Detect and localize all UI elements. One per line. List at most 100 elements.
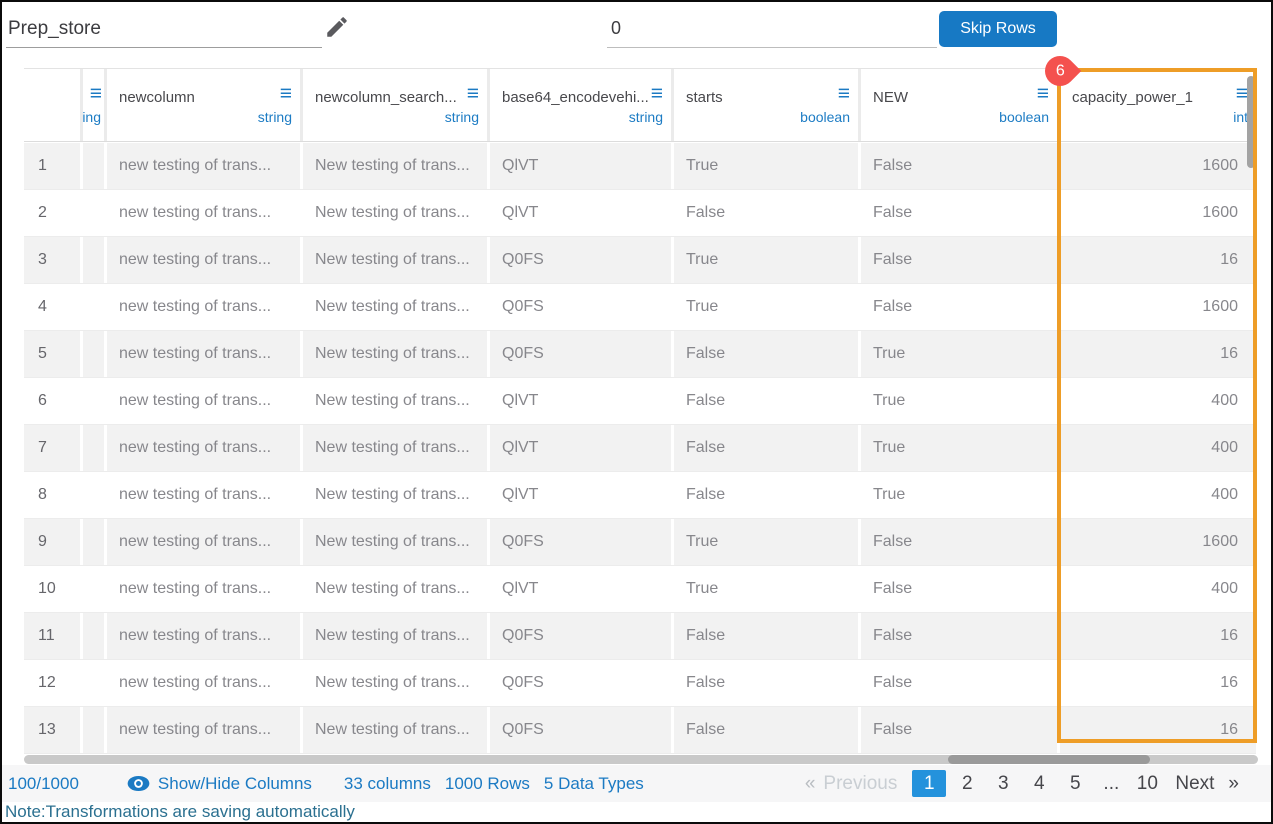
table-cell-newcolumn: new testing of trans... [107,331,300,377]
table-row: 5new testing of trans...New testing of t… [24,331,1256,378]
table-cell-base64: Q0FS [490,707,671,753]
table-cell-new: False [861,707,1057,753]
table-cell-new: False [861,237,1057,283]
page-button-10[interactable]: 10 [1132,770,1162,797]
table-cell-num: 7 [24,425,80,471]
column-name: newcolumn [119,89,292,106]
column-header-truncated[interactable]: ≡ ing [83,69,104,141]
table-cell-mini [83,707,104,753]
table-cell-newcolumn: new testing of trans... [107,378,300,424]
column-menu-icon[interactable]: ≡ [280,83,292,104]
column-header-newcolumn-search[interactable]: newcolumn_search... ≡ string [303,69,487,141]
table-cell-capacity: 400 [1060,566,1256,612]
table-cell-num: 4 [24,284,80,330]
table-cell-mini [83,237,104,283]
last-page-arrow[interactable]: » [1228,773,1239,795]
table-row: 1new testing of trans...New testing of t… [24,143,1256,190]
skip-rows-button[interactable]: Skip Rows [939,11,1057,47]
show-hide-columns-button[interactable]: Show/Hide Columns [127,774,312,794]
table-cell-newcolumn_search: New testing of trans... [303,425,487,471]
column-type-label: boolean [800,109,850,125]
column-header-new[interactable]: NEW ≡ boolean [861,69,1057,141]
table-cell-capacity: 1600 [1060,284,1256,330]
column-menu-icon[interactable]: ≡ [1037,83,1049,104]
column-header-rownum [24,69,80,141]
rows-count-label: 1000 Rows [445,774,530,794]
page-button-2[interactable]: 2 [952,770,982,797]
table-cell-mini [83,378,104,424]
table-cell-new: False [861,566,1057,612]
column-type-label: ing [82,109,101,125]
column-type-label: string [445,109,479,125]
column-header-base64-encode[interactable]: base64_encodevehi... ≡ string [490,69,671,141]
page-button-5[interactable]: 5 [1060,770,1090,797]
table-body: 1new testing of trans...New testing of t… [24,143,1256,754]
first-page-arrow[interactable]: « [805,773,816,795]
row-count-label: 100/1000 [8,774,79,794]
pagination: « Previous 1 2 3 4 5 ... 10 Next » [797,765,1247,802]
column-menu-icon[interactable]: ≡ [467,83,479,104]
table-cell-newcolumn: new testing of trans... [107,707,300,753]
table-cell-base64: Q0FS [490,519,671,565]
table-cell-mini [83,566,104,612]
skip-rows-input[interactable] [607,10,937,48]
dataset-name-input[interactable] [6,10,322,48]
table-cell-base64: QlVT [490,472,671,518]
table-cell-new: False [861,284,1057,330]
column-menu-icon[interactable]: ≡ [838,83,850,104]
table-cell-num: 12 [24,660,80,706]
table-cell-starts: False [674,190,858,236]
table-cell-mini [83,190,104,236]
table-cell-newcolumn: new testing of trans... [107,613,300,659]
table-cell-starts: False [674,613,858,659]
vertical-scrollbar-thumb[interactable] [1247,76,1255,168]
column-menu-icon[interactable]: ≡ [90,83,102,104]
table-row: 8new testing of trans...New testing of t… [24,472,1256,519]
table-cell-newcolumn_search: New testing of trans... [303,378,487,424]
page-ellipsis[interactable]: ... [1096,770,1126,797]
edit-pencil-icon[interactable] [324,14,350,40]
table-cell-newcolumn_search: New testing of trans... [303,613,487,659]
column-type-label: boolean [999,109,1049,125]
table-cell-new: False [861,190,1057,236]
page-button-3[interactable]: 3 [988,770,1018,797]
table-cell-starts: False [674,472,858,518]
table-cell-mini [83,472,104,518]
table-cell-newcolumn_search: New testing of trans... [303,707,487,753]
page-button-1[interactable]: 1 [912,770,946,797]
table-cell-num: 6 [24,378,80,424]
table-cell-newcolumn_search: New testing of trans... [303,284,487,330]
page-button-4[interactable]: 4 [1024,770,1054,797]
table-cell-base64: QlVT [490,378,671,424]
next-page-button[interactable]: Next [1175,773,1214,795]
table-cell-base64: QlVT [490,566,671,612]
horizontal-scrollbar-track[interactable] [24,755,1258,764]
table-cell-num: 1 [24,143,80,189]
table-cell-starts: True [674,143,858,189]
table-cell-starts: False [674,378,858,424]
table-cell-base64: Q0FS [490,331,671,377]
table-row: 11new testing of trans...New testing of … [24,613,1256,660]
table-cell-newcolumn_search: New testing of trans... [303,660,487,706]
table-cell-base64: Q0FS [490,660,671,706]
column-menu-icon[interactable]: ≡ [651,83,663,104]
table-cell-num: 9 [24,519,80,565]
table-cell-newcolumn: new testing of trans... [107,190,300,236]
previous-page-button[interactable]: Previous [823,773,897,795]
table-cell-capacity: 1600 [1060,143,1256,189]
table-cell-num: 10 [24,566,80,612]
table-cell-base64: Q0FS [490,284,671,330]
table-cell-starts: False [674,660,858,706]
column-header-capacity-power-1[interactable]: capacity_power_1 ≡ int [1060,69,1256,141]
horizontal-scrollbar-thumb[interactable] [948,755,1150,764]
table-cell-capacity: 400 [1060,378,1256,424]
table-cell-new: False [861,613,1057,659]
table-cell-newcolumn: new testing of trans... [107,425,300,471]
table-cell-base64: Q0FS [490,613,671,659]
table-cell-new: False [861,143,1057,189]
column-header-newcolumn[interactable]: newcolumn ≡ string [107,69,300,141]
column-header-starts[interactable]: starts ≡ boolean [674,69,858,141]
table-cell-new: True [861,378,1057,424]
table-cell-newcolumn_search: New testing of trans... [303,519,487,565]
column-type-label: string [629,109,663,125]
